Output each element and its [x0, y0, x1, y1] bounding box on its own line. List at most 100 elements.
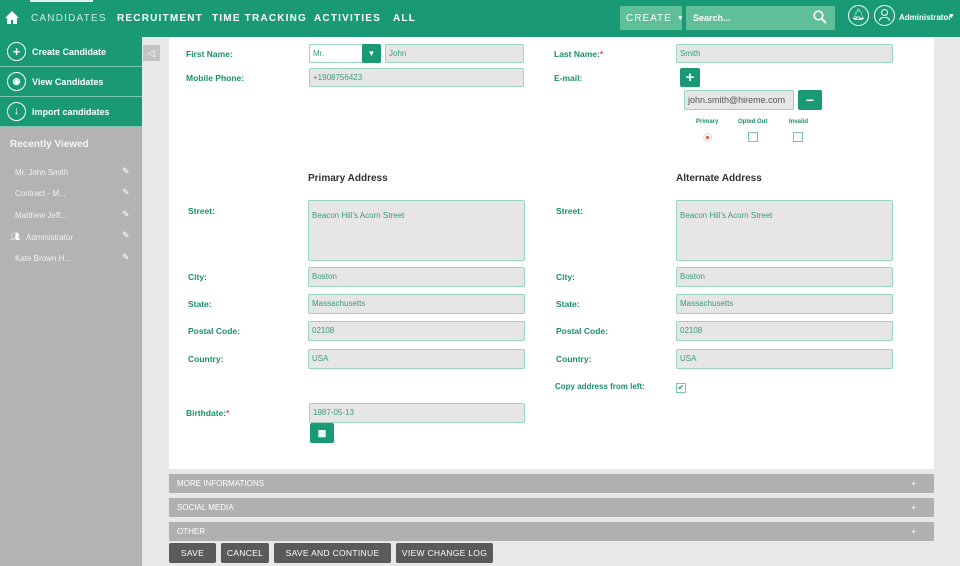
- label: Create Candidate: [32, 46, 107, 57]
- nav-activities[interactable]: ACTIVITIES: [314, 13, 381, 24]
- label-text: Last Name:: [554, 49, 600, 59]
- recent-item[interactable]: Kate Brown H...: [15, 254, 71, 263]
- add-email-button[interactable]: +: [680, 68, 700, 87]
- caret-down-icon[interactable]: ▼: [362, 44, 381, 63]
- alternate-state-input[interactable]: Massachusetts: [676, 294, 893, 314]
- caret-down-icon: ▼: [676, 14, 685, 22]
- primary-country-input[interactable]: USA: [308, 349, 525, 369]
- home-icon[interactable]: [5, 11, 19, 24]
- edit-icon[interactable]: ✎: [122, 230, 130, 241]
- expand-icon: +: [911, 527, 916, 536]
- city-label: City:: [556, 272, 575, 282]
- primary-label: Primary: [696, 119, 719, 125]
- label-text: Birthdate:: [186, 408, 227, 418]
- create-label: CREATE: [626, 12, 672, 24]
- section-more-informations[interactable]: MORE INFORMATIONS +: [169, 474, 934, 493]
- email-label: E-mail:: [554, 73, 583, 83]
- primary-street-input[interactable]: Beacon Hill's Acorn Street: [308, 200, 525, 261]
- city-label: City:: [188, 272, 207, 282]
- view-change-log-button[interactable]: VIEW CHANGE LOG: [396, 543, 493, 563]
- alternate-city-input[interactable]: Boston: [676, 267, 893, 287]
- section-other[interactable]: OTHER +: [169, 522, 934, 541]
- nav-time-tracking[interactable]: TIME TRACKING: [212, 13, 307, 24]
- opted-out-label: Opted Out: [738, 119, 768, 125]
- eye-icon: ◉: [7, 72, 26, 91]
- primary-state-input[interactable]: Massachusetts: [308, 294, 525, 314]
- edit-icon[interactable]: ✎: [122, 187, 130, 198]
- view-candidates-link[interactable]: ◉ View Candidates: [0, 67, 142, 97]
- last-name-input[interactable]: Smith: [676, 44, 893, 63]
- birthdate-label: Birthdate:*: [186, 408, 229, 418]
- alternate-address-heading: Alternate Address: [676, 173, 762, 184]
- section-title: OTHER: [177, 527, 205, 536]
- mobile-phone-input[interactable]: +1908756423: [309, 68, 524, 87]
- recent-item[interactable]: Matthew Jeff...: [15, 211, 67, 220]
- label: View Candidates: [32, 76, 104, 87]
- top-nav: CANDIDATES RECRUITMENT TIME TRACKING ACT…: [0, 0, 960, 37]
- user-menu[interactable]: Administrator: [899, 13, 951, 22]
- sidebar: + Create Candidate ◉ View Candidates ↓ Impo…: [0, 37, 142, 566]
- create-candidate-link[interactable]: + Create Candidate: [0, 37, 142, 67]
- salutation-value: Mr.: [313, 49, 325, 58]
- create-button[interactable]: CREATE ▼: [620, 6, 685, 30]
- recent-item[interactable]: Contract - M...: [15, 189, 66, 198]
- calendar-icon[interactable]: ▦: [310, 423, 334, 443]
- recent-item[interactable]: Administrator: [26, 233, 73, 242]
- recent-item[interactable]: Mr. John Smith: [15, 168, 68, 177]
- street-label: Street:: [556, 206, 583, 216]
- edit-icon[interactable]: ✎: [122, 166, 130, 177]
- alternate-street-input[interactable]: Beacon Hill's Acorn Street: [676, 200, 893, 261]
- first-name-input[interactable]: John: [385, 44, 524, 63]
- birthdate-input[interactable]: 1987-05-13: [309, 403, 525, 423]
- recently-viewed-title: Recently Viewed: [10, 139, 89, 150]
- street-label: Street:: [188, 206, 215, 216]
- download-icon: ↓: [7, 102, 26, 121]
- nav-candidates[interactable]: CANDIDATES: [31, 13, 107, 24]
- edit-icon[interactable]: ✎: [122, 209, 130, 220]
- edit-icon[interactable]: ✎: [122, 252, 130, 263]
- search-icon[interactable]: [813, 10, 827, 24]
- collapse-sidebar-button[interactable]: ◁: [143, 45, 160, 61]
- section-social-media[interactable]: SOCIAL MEDIA +: [169, 498, 934, 517]
- active-indicator: [30, 0, 93, 2]
- expand-icon: +: [911, 503, 916, 512]
- copy-address-label: Copy address from left:: [555, 382, 645, 391]
- import-candidates-link[interactable]: ↓ Import candidates: [0, 97, 142, 127]
- primary-radio[interactable]: [703, 133, 712, 142]
- save-button[interactable]: SAVE: [169, 543, 216, 563]
- opted-out-checkbox[interactable]: [748, 132, 758, 142]
- invalid-checkbox[interactable]: [793, 132, 803, 142]
- users-icon: 👥︎: [10, 232, 21, 241]
- country-label: Country:: [188, 354, 224, 364]
- required-marker: *: [226, 408, 230, 418]
- state-label: State:: [556, 299, 580, 309]
- postal-code-label: Postal Code:: [556, 326, 608, 336]
- mobile-phone-label: Mobile Phone:: [186, 73, 245, 83]
- primary-postal-input[interactable]: 02108: [308, 321, 525, 341]
- email-input[interactable]: john.smith@hireme.com: [684, 90, 794, 110]
- expand-icon: +: [911, 479, 916, 488]
- nav-all[interactable]: ALL: [393, 13, 416, 24]
- search-input[interactable]: Search...: [693, 13, 731, 23]
- first-name-label: First Name:: [186, 49, 233, 59]
- state-label: State:: [188, 299, 212, 309]
- caret-down-icon[interactable]: ▼: [948, 13, 955, 20]
- alternate-country-input[interactable]: USA: [676, 349, 893, 369]
- primary-city-input[interactable]: Boston: [308, 267, 525, 287]
- nav-recruitment[interactable]: RECRUITMENT: [117, 13, 203, 24]
- bell-icon[interactable]: 🔔︎: [848, 5, 869, 26]
- invalid-label: Invalid: [789, 119, 809, 125]
- last-name-label: Last Name:*: [554, 49, 603, 59]
- remove-email-button[interactable]: −: [798, 90, 822, 110]
- label: Import candidates: [32, 106, 110, 117]
- cancel-button[interactable]: CANCEL: [221, 543, 269, 563]
- primary-address-heading: Primary Address: [308, 173, 388, 184]
- copy-address-checkbox[interactable]: ✔: [676, 383, 686, 393]
- plus-circle-icon: +: [7, 42, 26, 61]
- save-and-continue-button[interactable]: SAVE AND CONTINUE: [274, 543, 391, 563]
- section-title: MORE INFORMATIONS: [177, 479, 264, 488]
- search-box[interactable]: Search...: [686, 6, 835, 30]
- country-label: Country:: [556, 354, 592, 364]
- user-avatar-icon[interactable]: [874, 5, 895, 26]
- alternate-postal-input[interactable]: 02108: [676, 321, 893, 341]
